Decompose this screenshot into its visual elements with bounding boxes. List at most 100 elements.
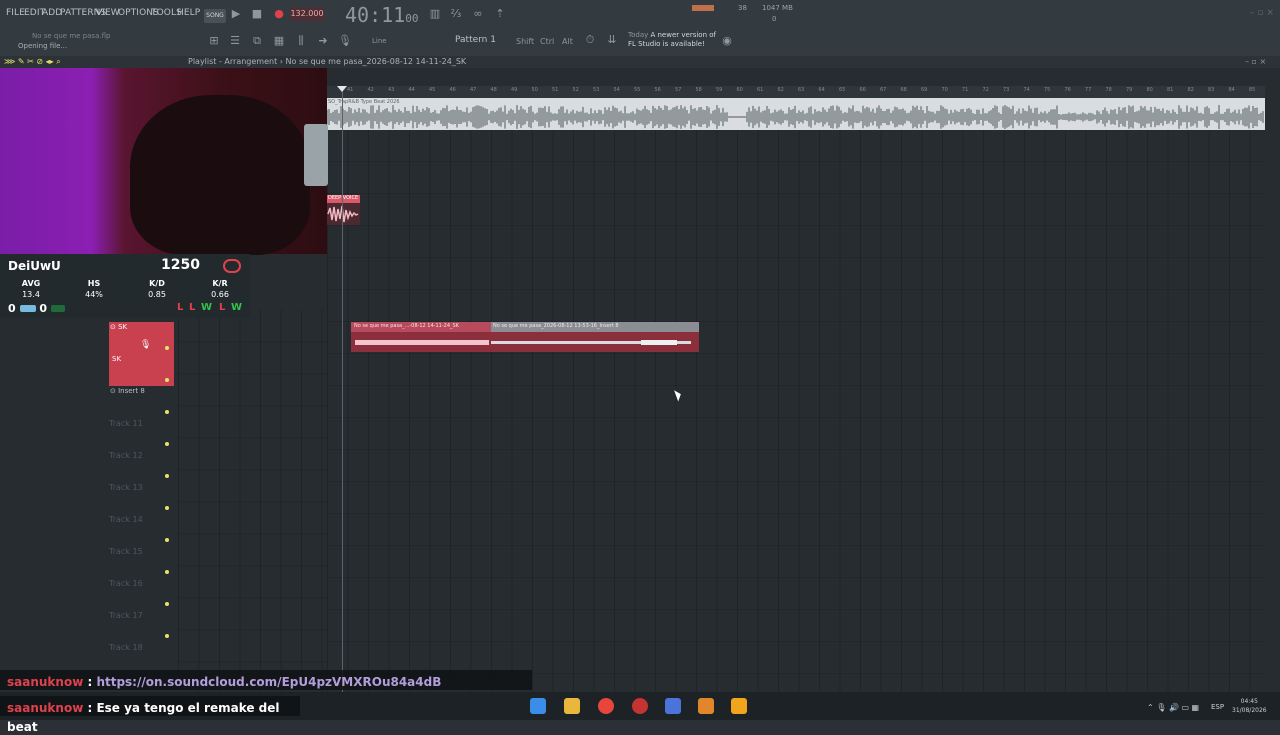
news-line2: FL Studio is available! [628, 40, 705, 48]
fl-logo-icon[interactable]: ◉ [720, 34, 734, 48]
mixer-icon[interactable]: ▥ [428, 7, 442, 21]
timeline-tick: 75 [1044, 87, 1051, 93]
snap-line[interactable]: Line [372, 37, 387, 45]
song-mode-toggle[interactable]: SONG [204, 9, 226, 23]
timeline-tick: 74 [1023, 87, 1030, 93]
menu-help[interactable]: HELP [177, 8, 200, 18]
windows-start-icon[interactable] [530, 698, 546, 714]
track-13[interactable]: Track 13 [109, 483, 143, 492]
flag-icon [19, 305, 36, 312]
tray-date: 31/08/2026 [1232, 707, 1267, 714]
timeline-tick: 44 [408, 87, 415, 93]
wave-icon[interactable]: ∞ [471, 7, 485, 21]
timeline-tick: 83 [1208, 87, 1215, 93]
shift-key[interactable]: Shift [516, 37, 534, 46]
track-mute-dot[interactable] [165, 634, 169, 638]
track-mic-icon[interactable]: 🎙 [140, 340, 151, 350]
track-mute-dot[interactable] [165, 378, 169, 382]
download-icon[interactable]: ⇊ [605, 33, 619, 47]
chat-link[interactable]: https://on.soundcloud.com/EpU4pzVMXROu84… [96, 675, 441, 689]
track-mute-dot[interactable] [165, 602, 169, 606]
snap-icon[interactable]: ⊞ [207, 34, 221, 48]
fl-studio-icon[interactable] [731, 698, 747, 714]
track-mute-dot[interactable] [165, 570, 169, 574]
app-blue-icon[interactable] [665, 698, 681, 714]
arrow-icon[interactable]: ⇡ [493, 7, 507, 21]
chat-separator: : [83, 701, 97, 715]
cpu-value: 38 [738, 4, 747, 12]
track-12[interactable]: Track 12 [109, 451, 143, 460]
timeline-tick: 67 [880, 87, 887, 93]
voice-clip[interactable] [326, 203, 360, 225]
track-14[interactable]: Track 14 [109, 515, 143, 524]
timeline-tick: 70 [941, 87, 948, 93]
pattern-selector[interactable]: Pattern 1 [455, 35, 501, 49]
chat-user: saanuknow [7, 675, 84, 689]
app-red-icon[interactable] [632, 698, 648, 714]
file-explorer-icon[interactable] [564, 698, 580, 714]
track-mute-dot[interactable] [165, 442, 169, 446]
play-icon[interactable]: ▶ [229, 7, 243, 21]
voices-value: 0 [772, 15, 777, 23]
news-line1: A newer version of [650, 31, 716, 39]
tray-icons[interactable]: ⌃ 🎙 🔊 ▭ ▦ [1147, 703, 1199, 712]
timeline-ruler[interactable]: 41 42 43 44 45 46 47 48 49 50 51 52 53 54 55 56 57 58 59 60… [327, 86, 1265, 98]
track-mute-dot[interactable] [165, 538, 169, 542]
timeline-tick: 52 [572, 87, 579, 93]
clock-icon[interactable]: ⏱ [583, 33, 597, 47]
track-16[interactable]: Track 16 [109, 579, 143, 588]
app-orange-icon[interactable] [698, 698, 714, 714]
playlist-tools-icon[interactable]: ⋙ ✎ ✂ ⊘ ◂▸ ⌕ [4, 57, 61, 67]
ctrl-key[interactable]: Ctrl [540, 37, 554, 46]
timeline-tick: 66 [859, 87, 866, 93]
track-mute-dot[interactable] [165, 410, 169, 414]
timeline-tick: 49 [511, 87, 518, 93]
menu-view[interactable]: VIEW [96, 8, 120, 18]
chat-user: saanuknow [7, 701, 84, 715]
track-11[interactable]: Track 11 [109, 419, 143, 428]
player-elo: 1250 [161, 257, 200, 273]
recording-clip-1-label: No se que me pasa_...-08-12 14-11-24_SK [354, 323, 459, 329]
window-controls[interactable]: – ▫ × [1250, 8, 1274, 18]
track-17[interactable]: Track 17 [109, 611, 143, 620]
menu-file[interactable]: FILE [6, 8, 25, 18]
tray-clock[interactable]: 04:45 31/08/2026 [1232, 697, 1267, 715]
track-insert[interactable]: ⊙ Insert 8 [110, 387, 145, 395]
timeline-tick: 64 [818, 87, 825, 93]
forward-icon[interactable]: ➜ [316, 34, 330, 48]
timeline-tick: 62 [777, 87, 784, 93]
timeline-tick: 57 [675, 87, 682, 93]
track-18[interactable]: Track 18 [109, 643, 143, 652]
tempo-display[interactable]: 132.000 [290, 7, 324, 21]
track-mute-dot[interactable] [165, 474, 169, 478]
voice-clip-label: DEEP VOICE [328, 195, 359, 201]
track-sk[interactable] [109, 322, 174, 386]
channel-rack-icon[interactable]: ▦ [272, 34, 286, 48]
mic-icon[interactable]: 🎙 [338, 34, 352, 48]
stat-kd-label: K/D [149, 279, 165, 288]
track-mute-dot[interactable] [165, 506, 169, 510]
news-panel[interactable]: Today A newer version of FL Studio is av… [628, 31, 716, 49]
timeline-tick: 71 [962, 87, 969, 93]
recording-clip-body[interactable] [351, 332, 699, 352]
track-mute-dot[interactable] [165, 346, 169, 350]
piano-roll-icon[interactable]: ⧉ [250, 34, 264, 48]
tray-language[interactable]: ESP [1211, 703, 1224, 711]
alt-key[interactable]: Alt [562, 37, 573, 46]
playhead-line[interactable] [342, 86, 343, 692]
record-icon[interactable]: ● [272, 7, 286, 21]
playlist-breadcrumb: No se que me pasa_2026-08-12 14-11-24_SK [285, 57, 467, 66]
playlist-grid[interactable] [327, 98, 1265, 698]
timeline-tick: 42 [367, 87, 374, 93]
mixer2-icon[interactable]: ⫼ [294, 34, 308, 48]
stop-icon[interactable]: ■ [250, 7, 264, 21]
elo-level-icon [223, 259, 241, 273]
playlist-window-controls[interactable]: – ▫ × [1245, 57, 1266, 66]
playhead-marker[interactable] [337, 86, 347, 92]
timeline-tick: 45 [429, 87, 436, 93]
tray-time: 04:45 [1240, 698, 1258, 705]
track-15[interactable]: Track 15 [109, 547, 143, 556]
playlist-icon[interactable]: ☰ [228, 34, 242, 48]
chrome-icon[interactable] [598, 698, 614, 714]
step-icon[interactable]: ⅔ [449, 7, 463, 21]
